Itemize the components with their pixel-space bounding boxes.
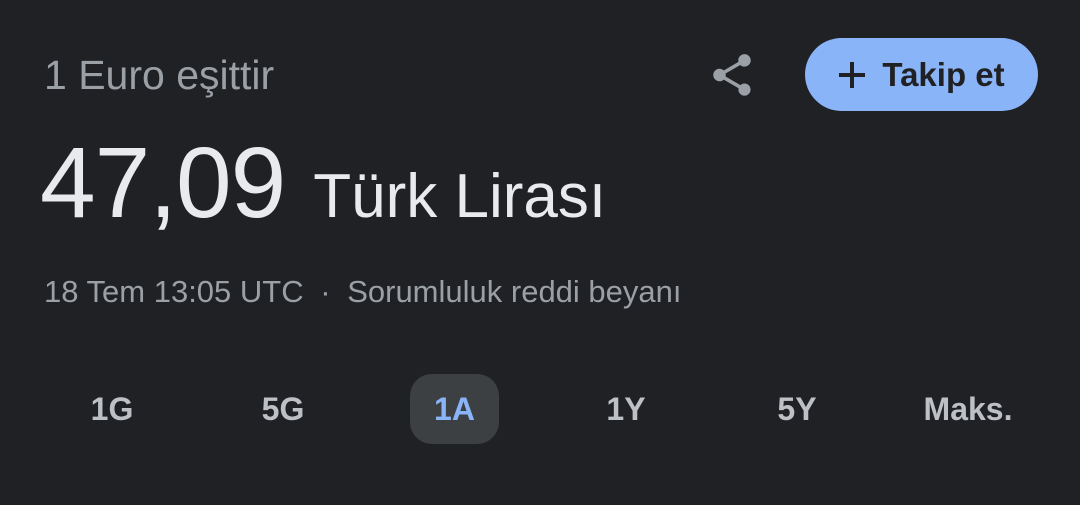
separator: · bbox=[320, 274, 331, 309]
range-tab-5g[interactable]: 5G bbox=[239, 374, 327, 444]
price-display: 47,09 Türk Lirası bbox=[40, 128, 606, 238]
share-icon bbox=[707, 50, 757, 105]
subtitle: 1 Euro eşittir bbox=[44, 52, 275, 98]
share-button[interactable] bbox=[703, 48, 761, 106]
plus-icon bbox=[838, 61, 866, 89]
range-tab-max[interactable]: Maks. bbox=[905, 374, 1031, 444]
exchange-rate-value: 47,09 bbox=[40, 127, 286, 239]
follow-label: Takip et bbox=[882, 55, 1005, 93]
range-tab-1a[interactable]: 1A bbox=[410, 374, 499, 444]
currency-name: Türk Lirası bbox=[313, 162, 607, 231]
follow-button[interactable]: Takip et bbox=[805, 38, 1038, 111]
range-tab-1g[interactable]: 1G bbox=[68, 374, 156, 444]
range-tab-5y[interactable]: 5Y bbox=[753, 374, 841, 444]
disclaimer-link[interactable]: Sorumluluk reddi beyanı bbox=[347, 274, 681, 309]
timestamp: 18 Tem 13:05 UTC bbox=[44, 274, 304, 309]
meta-info: 18 Tem 13:05 UTC · Sorumluluk reddi beya… bbox=[44, 272, 682, 312]
range-selector: 1G 5G 1A 1Y 5Y Maks. bbox=[0, 374, 1080, 444]
range-tab-1y[interactable]: 1Y bbox=[582, 374, 670, 444]
